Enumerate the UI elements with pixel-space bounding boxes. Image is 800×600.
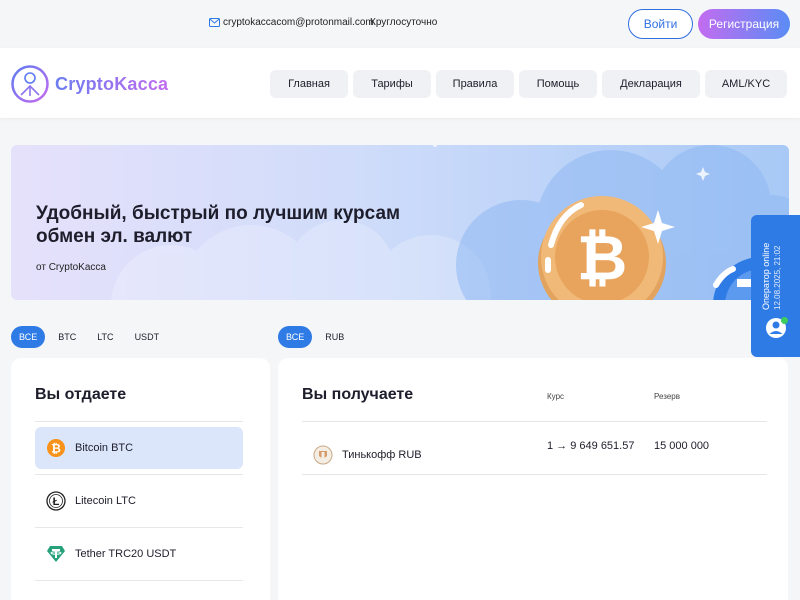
svg-text:₿: ₿ bbox=[51, 442, 61, 456]
give-item-label: Tether TRC20 USDT bbox=[75, 548, 177, 560]
email-text: cryptokaccacom@protonmail.com bbox=[223, 17, 374, 28]
give-filter-usdt[interactable]: USDT bbox=[127, 326, 168, 348]
mail-icon bbox=[209, 18, 220, 27]
work-hours: Круглосуточно bbox=[370, 17, 438, 28]
give-filter-all[interactable]: ВСЕ bbox=[11, 326, 46, 348]
nav-rules[interactable]: Правила bbox=[436, 70, 514, 98]
bitcoin-icon: ₿ bbox=[46, 438, 66, 458]
logo[interactable]: CryptoKacca bbox=[11, 65, 168, 103]
give-item-litecoin[interactable]: Ł Litecoin LTC bbox=[35, 480, 243, 522]
receive-filters: ВСЕ RUB bbox=[278, 326, 357, 348]
register-button[interactable]: Регистрация bbox=[698, 9, 790, 39]
top-bar: cryptokaccacom@protonmail.com Круглосуто… bbox=[0, 0, 800, 48]
exchange-rate: 1 → 9 649 651.57 bbox=[547, 440, 635, 452]
banner-title: Удобный, быстрый по лучшим курсам обмен … bbox=[36, 203, 401, 247]
svg-text:Ł: Ł bbox=[53, 496, 60, 508]
receive-item-label: Тинькофф RUB bbox=[342, 449, 422, 461]
tinkoff-icon bbox=[313, 445, 333, 465]
operator-text: Оператор online 12.08.2025, 21:02 bbox=[761, 243, 782, 310]
nav-tariffs[interactable]: Тарифы bbox=[353, 70, 431, 98]
divider bbox=[302, 421, 767, 422]
litecoin-icon: Ł bbox=[46, 491, 66, 511]
divider bbox=[35, 421, 243, 422]
give-title: Вы отдаете bbox=[35, 386, 127, 403]
give-filter-btc[interactable]: BTC bbox=[50, 326, 84, 348]
give-filters: ВСЕ BTC LTC USDT bbox=[11, 326, 172, 348]
give-item-tether[interactable]: Tether TRC20 USDT bbox=[35, 533, 243, 575]
give-item-label: Litecoin LTC bbox=[75, 495, 136, 507]
operator-datetime: 12.08.2025, 21:02 bbox=[773, 245, 782, 310]
rate-column-header: Курс bbox=[547, 392, 565, 401]
receive-filter-all[interactable]: ВСЕ bbox=[278, 326, 313, 348]
hero-banner: ₿ Удобный, быстрый по лучшим курсам обме… bbox=[11, 145, 789, 300]
reserve-column-header: Резерв bbox=[654, 392, 680, 401]
receive-panel: Вы получаете Курс Резерв Тинькофф RUB 1 … bbox=[278, 358, 788, 600]
give-filter-ltc[interactable]: LTC bbox=[89, 326, 121, 348]
banner-subtitle: от CryptoKacca bbox=[36, 262, 106, 273]
nav-help[interactable]: Помощь bbox=[519, 70, 597, 98]
email-contact[interactable]: cryptokaccacom@protonmail.com bbox=[209, 17, 374, 28]
main-header: CryptoKacca Главная Тарифы Правила Помощ… bbox=[0, 48, 800, 118]
give-item-bitcoin[interactable]: ₿ Bitcoin BTC bbox=[35, 427, 243, 469]
reserve-amount: 15 000 000 bbox=[654, 440, 710, 452]
tether-icon bbox=[46, 544, 66, 564]
divider bbox=[302, 474, 767, 475]
logo-text: CryptoKacca bbox=[55, 73, 169, 94]
logo-icon bbox=[11, 65, 49, 103]
login-button[interactable]: Войти bbox=[628, 9, 693, 39]
operator-avatar-icon bbox=[766, 317, 788, 338]
divider bbox=[35, 580, 243, 581]
divider bbox=[35, 527, 243, 528]
nav-aml-kyc[interactable]: AML/KYC bbox=[705, 70, 787, 98]
receive-filter-rub[interactable]: RUB bbox=[317, 326, 352, 348]
receive-title: Вы получаете bbox=[302, 386, 414, 403]
main-nav: Главная Тарифы Правила Помощь Декларация… bbox=[270, 70, 792, 98]
operator-widget[interactable]: Оператор online 12.08.2025, 21:02 bbox=[751, 215, 800, 357]
svg-text:₿: ₿ bbox=[577, 224, 628, 293]
nav-home[interactable]: Главная bbox=[270, 70, 348, 98]
give-item-label: Bitcoin BTC bbox=[75, 442, 134, 454]
nav-declaration[interactable]: Декларация bbox=[602, 70, 700, 98]
divider bbox=[35, 474, 243, 475]
give-panel: Вы отдаете ₿ Bitcoin BTC Ł Litecoin LTC … bbox=[11, 358, 270, 600]
operator-status: Оператор online bbox=[761, 242, 771, 310]
